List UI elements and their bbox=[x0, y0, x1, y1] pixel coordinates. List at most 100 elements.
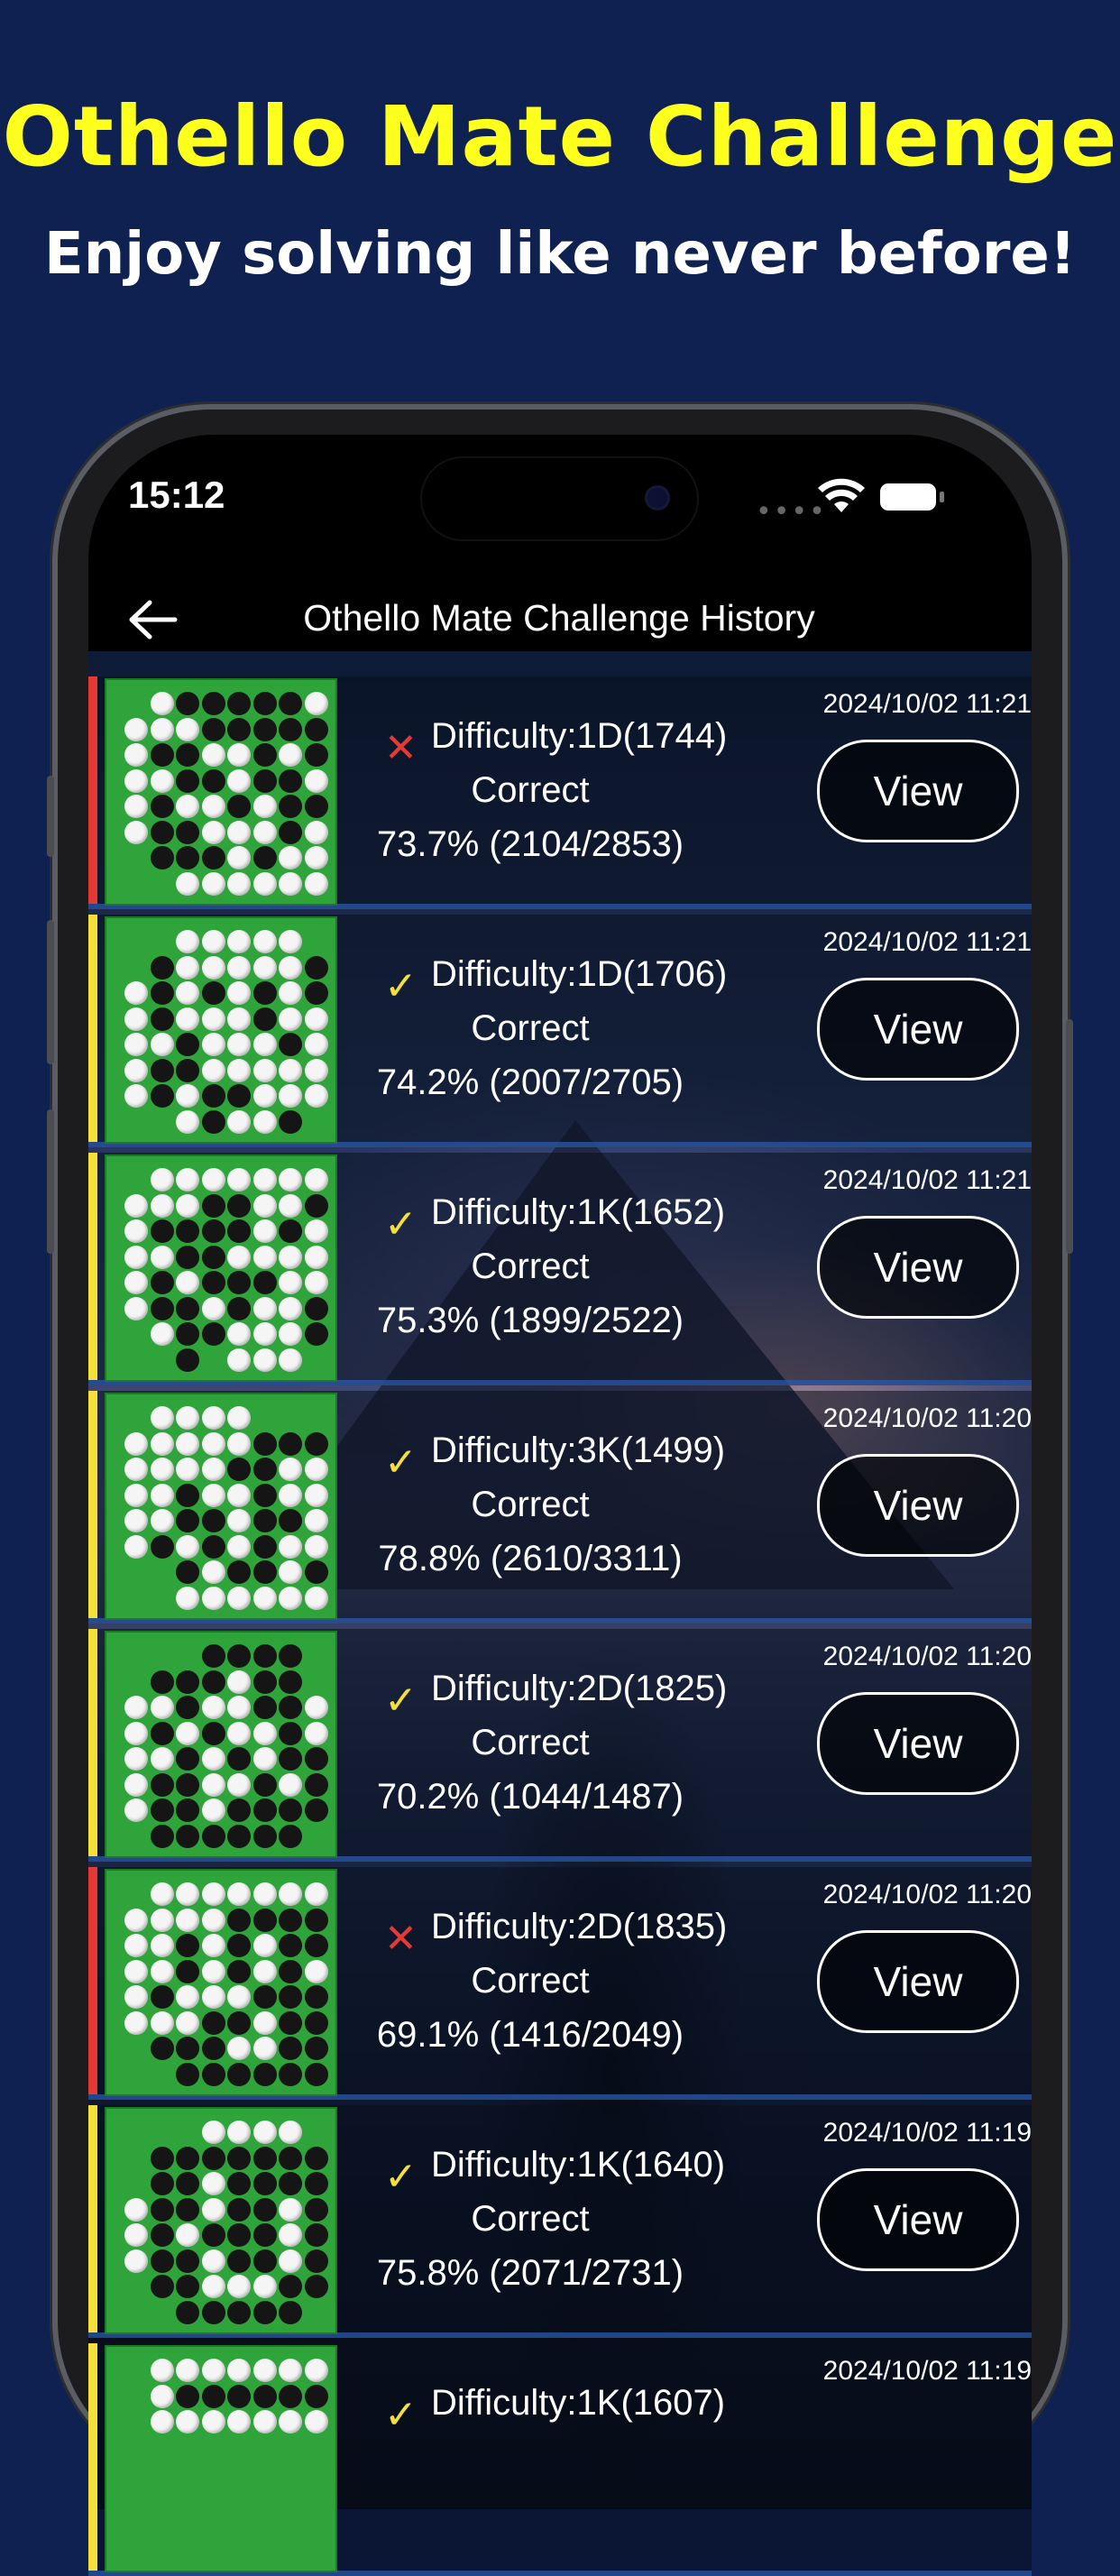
black-disc bbox=[304, 1934, 328, 1957]
black-disc bbox=[150, 1799, 174, 1822]
view-button[interactable]: View bbox=[817, 1692, 1019, 1795]
white-disc bbox=[124, 1458, 148, 1481]
black-disc bbox=[227, 1908, 251, 1932]
black-disc bbox=[176, 2197, 199, 2222]
white-disc bbox=[227, 1431, 251, 1456]
white-disc bbox=[304, 1696, 328, 1719]
white-disc bbox=[279, 2121, 302, 2144]
view-button[interactable]: View bbox=[817, 1454, 1019, 1557]
black-disc bbox=[227, 1799, 251, 1822]
white-disc bbox=[176, 2410, 199, 2433]
black-disc bbox=[304, 2223, 328, 2247]
black-disc bbox=[279, 1908, 302, 1932]
white-disc bbox=[201, 1033, 225, 1056]
white-disc bbox=[176, 1908, 199, 1932]
white-disc bbox=[176, 717, 199, 741]
white-disc bbox=[227, 768, 251, 793]
black-disc bbox=[201, 1824, 225, 1848]
othello-board-thumbnail bbox=[105, 1631, 337, 1858]
black-disc bbox=[227, 717, 251, 741]
black-disc bbox=[252, 1483, 277, 1507]
black-disc bbox=[227, 2146, 251, 2170]
black-disc bbox=[150, 743, 174, 767]
white-disc bbox=[227, 1772, 251, 1797]
black-disc bbox=[201, 846, 225, 869]
black-disc bbox=[252, 1644, 277, 1668]
white-disc bbox=[150, 2384, 174, 2408]
history-row: 2024/10/02 11:21 ✓ Difficulty:1K(1652) Corr… bbox=[88, 1153, 1032, 1385]
white-disc bbox=[227, 820, 251, 844]
view-button[interactable]: View bbox=[817, 740, 1019, 842]
white-disc bbox=[279, 2359, 302, 2382]
othello-board-thumbnail bbox=[105, 1869, 337, 2096]
promo-subtitle: Enjoy solving like never before! bbox=[43, 221, 1077, 288]
black-disc bbox=[176, 1509, 199, 1532]
white-disc bbox=[252, 1033, 277, 1056]
view-button[interactable]: View bbox=[817, 2168, 1019, 2271]
white-disc bbox=[279, 1296, 302, 1320]
white-disc bbox=[201, 2410, 225, 2433]
white-disc bbox=[124, 717, 148, 741]
white-disc bbox=[252, 955, 277, 980]
black-disc bbox=[252, 2146, 277, 2170]
white-disc bbox=[279, 1168, 302, 1191]
othello-board-thumbnail bbox=[105, 1155, 337, 1382]
black-disc bbox=[252, 1985, 277, 2009]
black-disc bbox=[227, 2384, 251, 2408]
black-disc bbox=[150, 1296, 174, 1320]
black-disc bbox=[252, 1431, 277, 1456]
black-disc bbox=[304, 1908, 328, 1932]
white-disc bbox=[279, 2249, 302, 2273]
white-disc bbox=[227, 955, 251, 980]
white-disc bbox=[124, 1193, 148, 1218]
correct-rate: 69.1% (1416/2049) bbox=[376, 2015, 684, 2055]
result-indicator-bar bbox=[88, 1391, 97, 1618]
black-disc bbox=[227, 1824, 251, 1848]
black-disc bbox=[252, 1696, 277, 1719]
black-disc bbox=[201, 1219, 225, 1243]
white-disc bbox=[201, 2359, 225, 2382]
black-disc bbox=[304, 1431, 328, 1456]
white-disc bbox=[227, 1509, 251, 1532]
attempt-date: 2024/10/02 11:20 bbox=[822, 1642, 1032, 1671]
white-disc bbox=[124, 1934, 148, 1957]
white-disc bbox=[124, 1908, 148, 1932]
view-button[interactable]: View bbox=[817, 1216, 1019, 1319]
black-disc bbox=[227, 1959, 251, 1983]
white-disc bbox=[201, 1882, 225, 1906]
white-disc bbox=[252, 1934, 277, 1957]
white-disc bbox=[201, 1586, 225, 1610]
volume-up-button bbox=[47, 920, 54, 1064]
black-disc bbox=[227, 2223, 251, 2247]
white-disc bbox=[304, 871, 328, 896]
black-disc bbox=[252, 1560, 277, 1584]
white-disc bbox=[252, 2010, 277, 2035]
othello-board-thumbnail bbox=[105, 2345, 337, 2572]
history-row: 2024/10/02 11:20 ✕ Difficulty:2D(1835) Corr… bbox=[88, 1867, 1032, 2100]
white-disc bbox=[252, 1348, 277, 1372]
black-disc bbox=[176, 1934, 199, 1957]
white-disc bbox=[304, 1245, 328, 1269]
black-disc bbox=[279, 820, 302, 844]
white-disc bbox=[252, 820, 277, 844]
white-disc bbox=[150, 1934, 174, 1957]
black-disc bbox=[150, 2146, 174, 2170]
black-disc bbox=[227, 1747, 251, 1771]
white-disc bbox=[176, 795, 199, 818]
black-disc bbox=[279, 1799, 302, 1822]
black-disc bbox=[227, 2172, 251, 2195]
black-disc bbox=[279, 1644, 302, 1668]
white-disc bbox=[201, 2172, 225, 2195]
white-disc bbox=[124, 1271, 148, 1294]
arrow-left-icon[interactable] bbox=[126, 597, 180, 642]
white-disc bbox=[150, 1168, 174, 1191]
black-disc bbox=[176, 2300, 199, 2324]
view-button[interactable]: View bbox=[817, 1930, 1019, 2033]
view-button[interactable]: View bbox=[817, 978, 1019, 1081]
black-disc bbox=[227, 2300, 251, 2324]
black-disc bbox=[176, 2037, 199, 2060]
black-disc bbox=[227, 1193, 251, 1218]
white-disc bbox=[150, 1193, 174, 1218]
volume-down-button bbox=[47, 1109, 54, 1254]
white-disc bbox=[279, 1483, 302, 1507]
